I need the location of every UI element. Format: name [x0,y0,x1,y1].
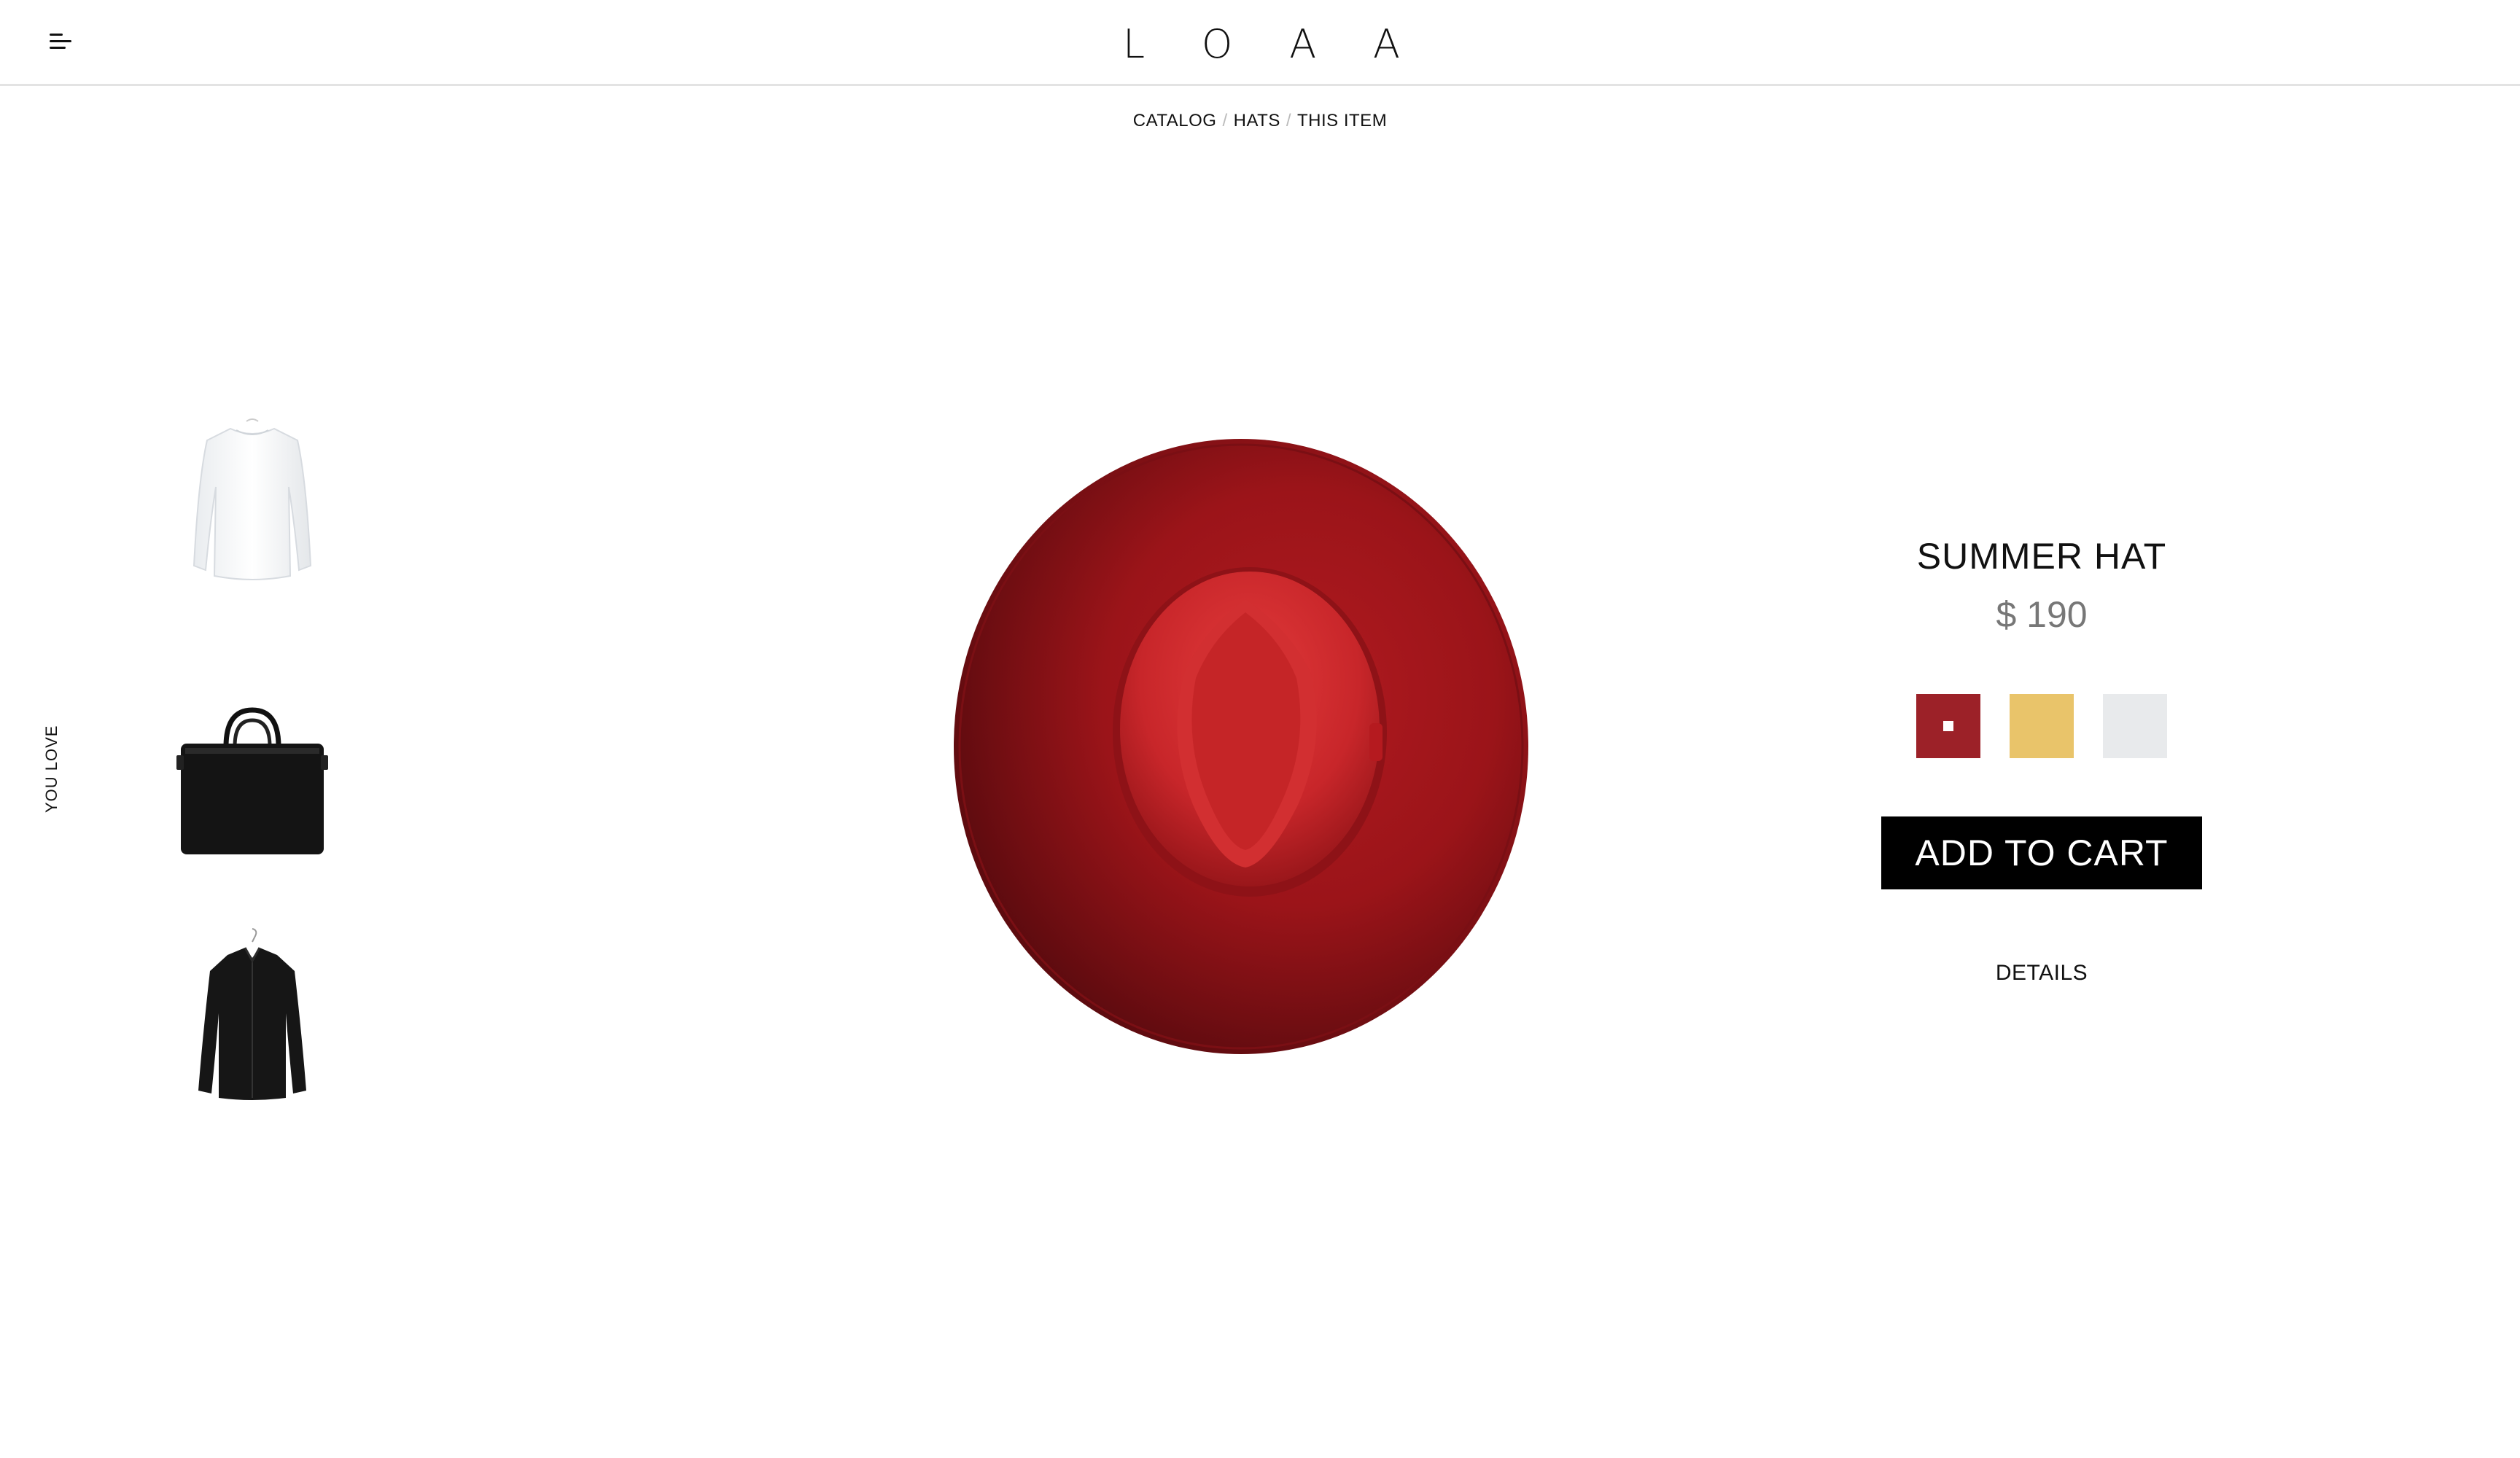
black-bag-thumbnail[interactable] [172,695,332,870]
swatch-yellow[interactable] [2010,694,2074,758]
product-title: SUMMER HAT [1916,536,2167,577]
brand-logo[interactable]: L O A A [1123,15,1400,73]
black-shirt-image [198,928,306,1100]
logo-letter: A [1373,20,1400,67]
swatch-light-gray[interactable] [2103,694,2167,758]
add-to-cart-button[interactable]: ADD TO CART [1881,816,2202,889]
details-link[interactable]: DETAILS [1845,961,2239,986]
breadcrumb-separator: / [1222,111,1228,130]
breadcrumb: CATALOG / HATS / THIS ITEM [0,111,2520,131]
black-shirt-thumbnail[interactable] [172,926,332,1101]
product-info: SUMMER HAT $ 190 ADD TO CART DETAILS [1845,526,2239,986]
breadcrumb-this-item[interactable]: THIS ITEM [1297,111,1387,130]
red-hat-image [954,439,1528,1054]
menu-icon[interactable] [47,29,76,54]
swatch-red[interactable] [1916,694,1980,758]
logo-letter: A [1289,20,1317,67]
site-header: L O A A [0,0,2520,86]
logo-letter: O [1201,20,1233,67]
white-sweatshirt-image [192,418,312,580]
color-swatches [1845,694,2239,758]
breadcrumb-separator: / [1286,111,1292,130]
breadcrumb-catalog[interactable]: CATALOG [1133,111,1217,130]
you-love-label: YOU LOVE [42,725,61,813]
black-bag-image [176,707,328,854]
logo-letter: L [1123,20,1146,67]
breadcrumb-hats[interactable]: HATS [1234,111,1280,130]
product-price: $ 190 [1996,594,2088,635]
white-sweatshirt-thumbnail[interactable] [172,414,332,589]
product-image[interactable] [948,433,1531,1060]
